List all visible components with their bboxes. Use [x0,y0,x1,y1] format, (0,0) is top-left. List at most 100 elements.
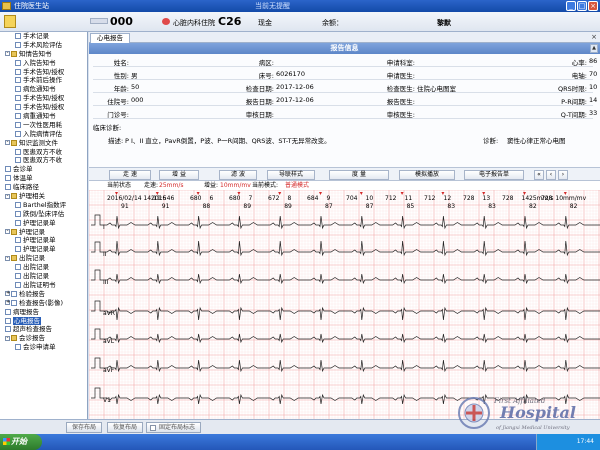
collapse-icon[interactable]: - [5,229,10,235]
fix-layout-checkbox[interactable]: 固定布局标志 [146,422,202,433]
title-bar: 住院医生站 当前无提醒 _ □ × [0,0,600,12]
field-value: 50 [131,83,140,91]
sidebar-item[interactable]: + 检验报告 [0,290,87,299]
sidebar-item[interactable]: - 会诊报告 [0,334,87,343]
filter-button[interactable]: 滤 波 [219,170,257,180]
collapse-icon[interactable]: - [5,140,10,146]
heart-rate-label: 88 [203,203,211,210]
sidebar-item[interactable]: 医患双方不收 [0,148,87,157]
measure-button[interactable]: 度 量 [329,170,389,180]
doc-icon [15,113,21,120]
folder-icon [11,139,17,146]
collapse-icon[interactable]: - [5,255,10,261]
collapse-icon[interactable]: - [5,193,10,199]
sidebar-item-label: 手术告知/授权 [23,94,65,103]
sidebar-item[interactable]: - 护理相关 [0,192,87,201]
save-layout-button[interactable]: 保存布局 [66,422,103,433]
sidebar-item[interactable]: 手术前后操作 [0,76,87,85]
hospital-logo: First Affiliated Hospital of Jiangxi Med… [458,397,576,431]
ward-code: C26 [218,15,242,28]
ecg-state-label: 当前状态 [107,182,132,189]
speed-value: 25mm/s [159,182,184,189]
lead-style-button[interactable]: 导联样式 [267,170,315,180]
sidebar-item[interactable]: 入院病情评估 [0,130,87,139]
sidebar-item[interactable]: 跌倒/坠床评估 [0,210,87,219]
sidebar-item[interactable]: 手术告知/授权 [0,68,87,77]
prev-page-icon[interactable]: ‹ [546,170,556,180]
sidebar-item[interactable]: 出院证明书 [0,281,87,290]
sidebar-item[interactable]: 护理记录单 [0,236,87,245]
field-value: 10 [589,83,598,91]
sidebar-item[interactable]: 超声检查报告 [0,325,87,334]
pay-type: 现金 [258,19,272,27]
sidebar-item[interactable]: 手术风险评估 [0,41,87,50]
sidebar-item[interactable]: 入院告知书 [0,59,87,68]
checkbox-icon [150,425,156,431]
rr-label: 672 [268,195,280,202]
sidebar-item[interactable]: 手术记录 [0,32,87,41]
heart-rate-label: 91 [162,203,170,210]
sidebar-item-label: 入院告知书 [23,58,56,67]
sidebar-item-label: 医患双方不收 [23,156,62,165]
heart-icon [162,18,170,25]
doc-icon [15,68,21,75]
sidebar-item[interactable]: 会诊单 [0,165,87,174]
simulate-play-button[interactable]: 模拟播放 [399,170,455,180]
close-button[interactable]: × [588,1,598,11]
tab-ecg-report[interactable]: 心电报告 [90,33,130,43]
rr-label: 12 [444,195,452,202]
rr-label: 13 [483,195,491,202]
expand-icon[interactable]: + [5,291,10,297]
sidebar-item[interactable]: 病重通知书 [0,112,87,121]
heart-rate-label: 83 [488,203,496,210]
sidebar-item[interactable]: 临床路径 [0,183,87,192]
sidebar-item[interactable]: 护理记录单 [0,219,87,228]
sidebar-item[interactable]: 出院记录 [0,263,87,272]
sidebar-item[interactable]: + 检查报告(影像) [0,299,87,308]
sidebar-item[interactable]: 医患双方不收 [0,156,87,165]
maximize-button[interactable]: □ [577,1,587,11]
sidebar-item[interactable]: 手术告知/授权 [0,103,87,112]
sidebar-item-label: 护理相关 [19,192,45,201]
sidebar-item[interactable]: - 知情告知书 [0,50,87,59]
gain-button[interactable]: 增 益 [159,170,199,180]
collapse-icon[interactable]: - [5,335,10,341]
sidebar-item[interactable]: 体温单 [0,174,87,183]
expand-icon[interactable]: + [5,300,10,306]
speed-button[interactable]: 走 速 [109,170,151,180]
doc-icon [15,219,21,226]
rr-label: 680 [190,195,202,202]
collapse-icon[interactable]: - [5,51,10,57]
tab-close-icon[interactable]: × [591,33,597,41]
rr-label: 10 [366,195,374,202]
separator [93,79,593,80]
sidebar-item[interactable]: 一次性医用耗 [0,121,87,130]
doc-icon [15,264,21,271]
sidebar-item[interactable]: Barthel指数评 [0,201,87,210]
start-button[interactable]: 开始 [0,434,42,450]
ecg-toolbar: 走 速增 益 滤 波导联样式 度 量模拟播放 电子报告单 «‹ › [89,167,600,181]
sidebar-item[interactable]: - 护理记录 [0,228,87,237]
sidebar-item[interactable]: 出院记录 [0,272,87,281]
sidebar-item[interactable]: 心电报告 [0,316,87,326]
first-page-icon[interactable]: « [534,170,544,180]
sidebar-item[interactable]: - 知识监测文件 [0,139,87,148]
restore-layout-button[interactable]: 恢复布局 [107,422,144,433]
sidebar-item-label: 心电报告 [13,316,41,325]
logo-line2: Hospital [499,403,576,422]
sidebar-item[interactable]: - 出院记录 [0,254,87,263]
e-report-button[interactable]: 电子报告单 [464,170,524,180]
minimize-button[interactable]: _ [566,1,576,11]
sidebar-item[interactable]: 病危通知书 [0,85,87,94]
scroll-up-icon[interactable]: ▲ [590,44,598,53]
sidebar-item[interactable]: 会诊申请单 [0,343,87,352]
sidebar-item[interactable]: 护理记录单 [0,245,87,254]
doc-icon [15,86,21,93]
diagnosis-label: 诊断: [483,137,499,145]
patient-card-icon[interactable] [4,15,16,28]
next-page-icon[interactable]: › [558,170,568,180]
record-tree[interactable]: 手术记录 手术风险评估 - 知情告知书 入院告知书 手术告知/授权 手术前后操作 病危通知书手… [0,32,88,419]
bed-selector[interactable] [90,18,108,24]
sidebar-item[interactable]: 病理报告 [0,308,87,317]
sidebar-item[interactable]: 手术告知/授权 [0,94,87,103]
